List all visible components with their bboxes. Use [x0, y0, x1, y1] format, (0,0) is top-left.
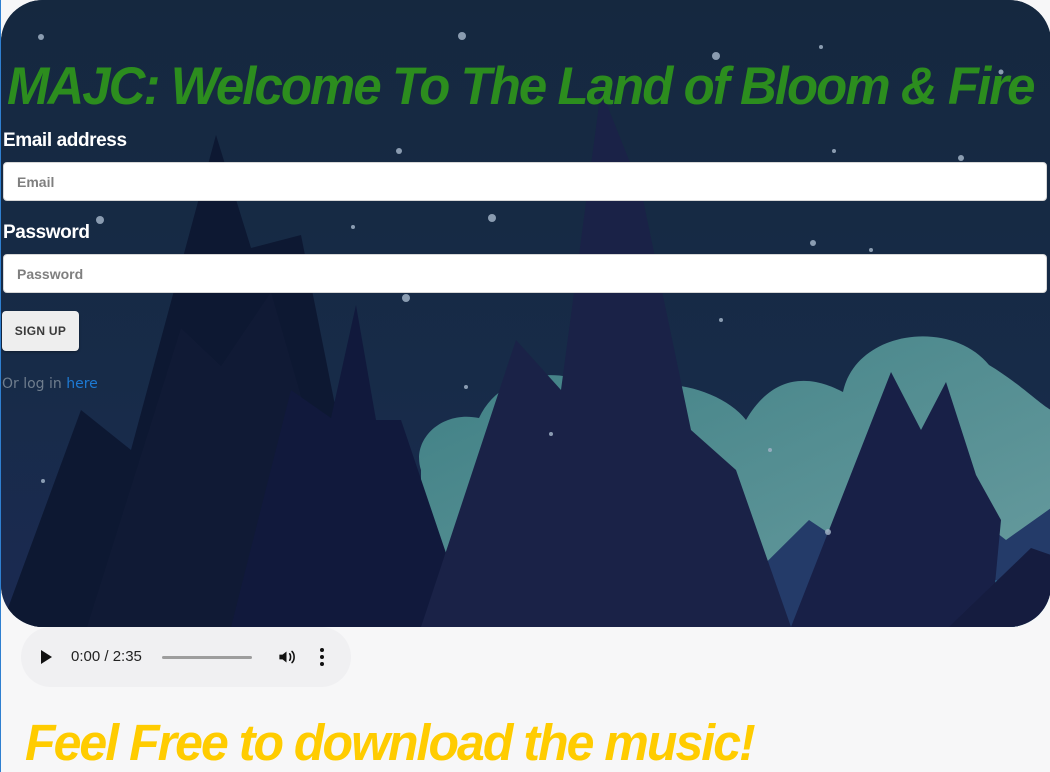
login-here-link[interactable]: here [66, 376, 98, 392]
sign-up-button[interactable]: SIGN UP [2, 311, 79, 351]
audio-player[interactable]: 0:00 / 2:35 [21, 627, 351, 687]
page-title: MAJC: Welcome To The Land of Bloom & Fir… [7, 57, 1035, 116]
email-input[interactable] [3, 162, 1047, 201]
email-label: Email address [3, 130, 127, 151]
hero-banner: MAJC: Welcome To The Land of Bloom & Fir… [1, 0, 1050, 627]
audio-time-display: 0:00 / 2:35 [71, 648, 142, 665]
volume-icon[interactable] [277, 647, 296, 667]
password-label: Password [3, 222, 90, 243]
more-options-icon[interactable] [318, 647, 326, 667]
login-prompt: Or log in here [2, 375, 98, 393]
password-input[interactable] [3, 254, 1047, 293]
audio-progress-slider[interactable] [162, 656, 252, 659]
play-icon[interactable] [41, 650, 52, 664]
page: MAJC: Welcome To The Land of Bloom & Fir… [0, 0, 1050, 772]
login-prefix-text: Or log in [2, 376, 67, 392]
download-message: Feel Free to download the music! [25, 714, 756, 771]
